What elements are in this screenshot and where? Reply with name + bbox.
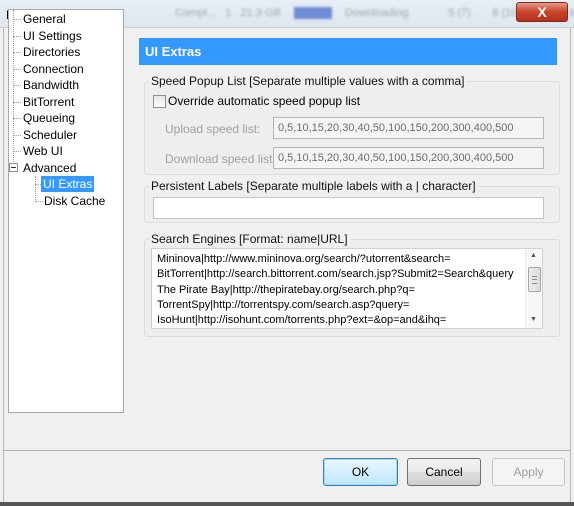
tree-connector bbox=[13, 85, 21, 86]
tree-connector bbox=[13, 118, 21, 119]
search-engine-line: BitTorrent|http://search.bittorrent.com/… bbox=[157, 268, 514, 280]
ghost-text: 21.3 GB bbox=[240, 7, 281, 19]
cancel-button[interactable]: Cancel bbox=[407, 458, 481, 486]
search-engine-line: IsoHunt|http://isohunt.com/torrents.php?… bbox=[157, 314, 447, 326]
ghost-text: Compl... bbox=[175, 7, 216, 19]
tree-connector bbox=[13, 52, 21, 53]
search-engines-group-label: Search Engines [Format: name|URL] bbox=[149, 232, 350, 246]
tree-item-disk-cache[interactable]: Disk Cache bbox=[44, 193, 105, 209]
tree-connector bbox=[13, 36, 21, 37]
tree-item-scheduler[interactable]: Scheduler bbox=[23, 127, 77, 143]
preferences-tree[interactable]: General UI Settings Directories Connecti… bbox=[8, 9, 124, 413]
persistent-labels-group-label: Persistent Labels [Separate multiple lab… bbox=[149, 179, 478, 193]
download-speed-input[interactable]: 0,5,10,15,20,30,40,50,100,150,200,300,40… bbox=[273, 147, 544, 169]
ghost-badge bbox=[293, 7, 332, 20]
scroll-thumb[interactable] bbox=[528, 267, 541, 292]
close-icon: X bbox=[537, 4, 547, 20]
tree-connector bbox=[13, 19, 21, 20]
search-engines-scrollbar[interactable]: ▲ ▼ bbox=[525, 249, 542, 328]
persistent-labels-input[interactable] bbox=[153, 197, 544, 219]
tree-item-ui-settings[interactable]: UI Settings bbox=[23, 28, 82, 44]
override-speed-label[interactable]: Override automatic speed popup list bbox=[168, 94, 360, 108]
search-engines-textarea[interactable]: Mininova|http://www.mininova.org/search/… bbox=[151, 248, 543, 329]
ghost-text: Downloading bbox=[344, 7, 409, 19]
tree-connector bbox=[35, 176, 36, 202]
window-bottom-edge bbox=[0, 502, 574, 506]
tree-item-advanced[interactable]: Advanced bbox=[23, 160, 76, 176]
search-engine-line: Mininova|http://www.mininova.org/search/… bbox=[157, 253, 451, 265]
override-speed-checkbox[interactable] bbox=[153, 95, 166, 108]
ghost-text: 1 bbox=[225, 7, 232, 19]
tree-item-web-ui[interactable]: Web UI bbox=[23, 143, 63, 159]
tree-connector bbox=[13, 102, 21, 103]
tree-connector bbox=[13, 69, 21, 70]
scroll-up-icon[interactable]: ▲ bbox=[530, 252, 537, 259]
tree-item-general[interactable]: General bbox=[23, 11, 66, 27]
ok-button[interactable]: OK bbox=[323, 458, 398, 486]
tree-item-queueing[interactable]: Queueing bbox=[23, 110, 75, 126]
search-engine-line: TorrentSpy|http://torrentspy.com/search.… bbox=[157, 299, 410, 311]
scroll-down-icon[interactable]: ▼ bbox=[530, 316, 537, 323]
background-window-ghost: Compl... 1 21.3 GB Downloading 5 (7) 8 (… bbox=[175, 7, 574, 20]
tree-item-directories[interactable]: Directories bbox=[23, 44, 80, 60]
apply-button[interactable]: Apply bbox=[492, 458, 565, 486]
tree-connector bbox=[35, 201, 43, 202]
footer-separator bbox=[3, 450, 571, 451]
upload-speed-label: Upload speed list: bbox=[165, 122, 261, 136]
tree-connector bbox=[13, 151, 21, 152]
search-engine-line: The Pirate Bay|http://thepiratebay.org/s… bbox=[157, 284, 415, 296]
page-header: UI Extras bbox=[139, 38, 557, 65]
download-speed-label: Download speed list: bbox=[165, 152, 276, 166]
tree-connector bbox=[13, 135, 21, 136]
speed-popup-group-label: Speed Popup List [Separate multiple valu… bbox=[149, 74, 467, 88]
collapse-icon[interactable] bbox=[9, 163, 18, 172]
tree-item-bittorrent[interactable]: BitTorrent bbox=[23, 94, 74, 110]
tree-item-ui-extras[interactable]: UI Extras bbox=[41, 176, 95, 192]
upload-speed-input[interactable]: 0,5,10,15,20,30,40,50,100,150,200,300,40… bbox=[273, 117, 544, 139]
close-button[interactable]: X bbox=[516, 2, 568, 22]
ghost-text: 5 (7) bbox=[448, 7, 471, 19]
tree-item-connection[interactable]: Connection bbox=[23, 61, 84, 77]
tree-connector bbox=[13, 10, 14, 170]
tree-item-bandwidth[interactable]: Bandwidth bbox=[23, 77, 79, 93]
